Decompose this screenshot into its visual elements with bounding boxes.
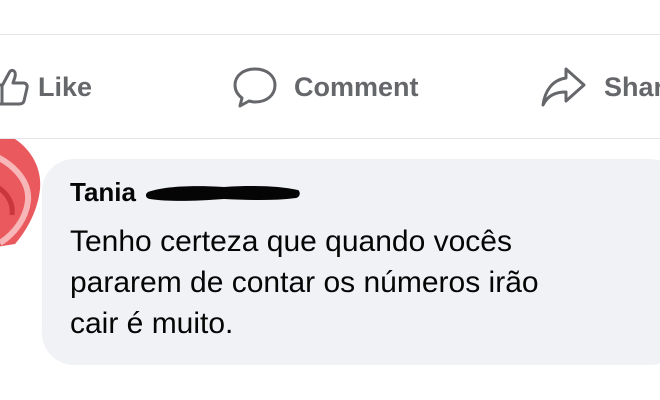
share-button[interactable]: Shar — [540, 65, 660, 109]
share-icon — [540, 65, 588, 109]
comment-author[interactable]: Tania — [70, 177, 136, 208]
like-button[interactable]: Like — [0, 65, 92, 109]
redaction-mark — [145, 185, 300, 201]
comment-author-line: Tania — [70, 177, 304, 208]
post-action-bar: Like Comment Shar — [0, 35, 660, 138]
comment-row: Tania Tenho certeza que quando vocês par… — [0, 139, 660, 400]
share-label: Shar — [604, 71, 660, 102]
comment-icon — [232, 65, 278, 109]
comment-button[interactable]: Comment — [232, 65, 419, 109]
comment-text: Tenho certeza que quando vocês pararem d… — [70, 225, 539, 340]
like-label: Like — [38, 71, 93, 102]
comment-bubble: Tania Tenho certeza que quando vocês par… — [42, 159, 660, 365]
like-icon — [0, 67, 30, 107]
comment-label: Comment — [294, 71, 419, 102]
